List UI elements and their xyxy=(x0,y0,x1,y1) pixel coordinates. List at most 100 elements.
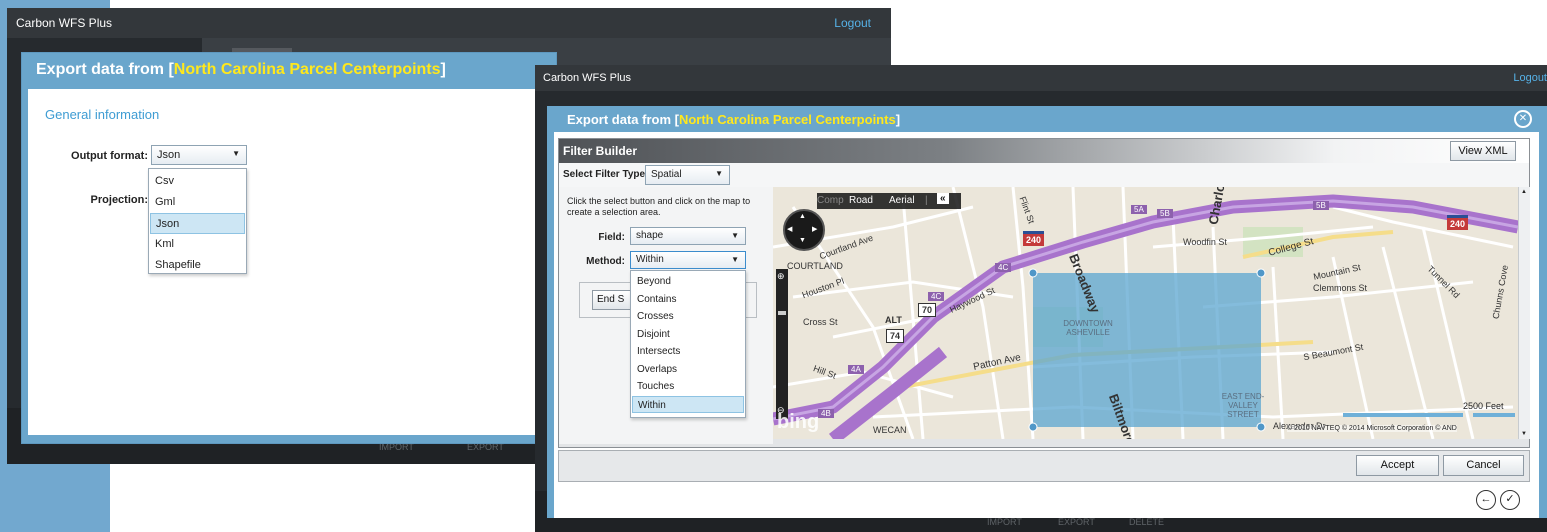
method-option-intersects[interactable]: Intersects xyxy=(632,343,744,361)
filter-type-select[interactable]: Spatial ▼ xyxy=(645,165,730,185)
pan-left-icon[interactable]: ◀ xyxy=(787,225,792,233)
exit-5a-badge: 5A xyxy=(1131,205,1147,214)
dialog-header: Export data from [North Carolina Parcel … xyxy=(547,106,1547,132)
filter-builder-panel: Filter Builder View XML Select Filter Ty… xyxy=(558,138,1530,448)
filter-options-panel: Click the select button and click on the… xyxy=(559,187,773,444)
selection-handle xyxy=(1028,268,1038,278)
filter-builder-header: Filter Builder View XML xyxy=(559,139,1529,163)
format-option-kml[interactable]: Kml xyxy=(150,234,245,255)
exit-4c-badge: 4C xyxy=(995,263,1012,272)
logout-link[interactable]: Logout xyxy=(834,16,871,30)
chevron-down-icon: ▼ xyxy=(232,149,240,158)
dialog-title: Export data from [North Carolina Parcel … xyxy=(567,112,901,127)
pan-right-icon[interactable]: ▶ xyxy=(812,225,817,233)
method-option-overlaps[interactable]: Overlaps xyxy=(632,361,744,379)
map-mode-road[interactable]: Road xyxy=(849,195,873,206)
filter-type-label: Select Filter Type: xyxy=(563,169,649,180)
exit-5b-badge: 5B xyxy=(1313,201,1329,210)
dialog-header: Export data from [North Carolina Parcel … xyxy=(22,53,556,89)
map-view[interactable]: Broadway Charlotte St Woodfin St College… xyxy=(773,187,1518,439)
front-title-bar: Carbon WFS Plus Logout xyxy=(535,65,1547,91)
format-option-gml[interactable]: Gml xyxy=(150,192,245,213)
export-dialog-back: Export data from [North Carolina Parcel … xyxy=(21,52,557,444)
map-pan-control[interactable]: ▲ ▼ ◀ ▶ xyxy=(783,209,825,251)
bing-logo: bing xyxy=(777,411,820,433)
cancel-button[interactable]: Cancel xyxy=(1443,455,1524,476)
method-label: Method: xyxy=(586,256,625,267)
map-label-wecan: WECAN xyxy=(873,425,907,435)
scroll-down-icon[interactable]: ▼ xyxy=(1521,431,1527,437)
projection-label: Projection: xyxy=(90,194,148,206)
layer-name: North Carolina Parcel Centerpoints xyxy=(173,61,441,78)
map-scrollbar[interactable]: ▲ ▼ xyxy=(1518,187,1530,439)
import-label[interactable]: IMPORT xyxy=(987,517,1022,527)
view-xml-button[interactable]: View XML xyxy=(1450,141,1516,161)
map-label-east-end: EAST END-VALLEY STREET xyxy=(1221,392,1265,419)
dialog-title: Export data from [North Carolina Parcel … xyxy=(36,61,446,78)
field-label: Field: xyxy=(598,232,625,243)
format-option-csv[interactable]: Csv xyxy=(150,171,245,192)
format-option-shapefile[interactable]: Shapefile xyxy=(150,255,245,276)
method-option-crosses[interactable]: Crosses xyxy=(632,308,744,326)
back-arrow-icon[interactable]: ← xyxy=(1476,490,1496,510)
map-roads xyxy=(773,187,1518,439)
logout-link[interactable]: Logout xyxy=(1513,72,1547,84)
interstate-240-shield: 240 xyxy=(1447,215,1469,230)
zoom-in-icon[interactable]: ⊕ xyxy=(777,271,785,282)
field-select[interactable]: shape ▼ xyxy=(630,227,746,245)
zoom-slider[interactable]: ⊕ ⊖ xyxy=(776,269,788,419)
end-select-button[interactable]: End S xyxy=(592,290,632,310)
method-option-beyond[interactable]: Beyond xyxy=(632,273,744,291)
scroll-up-icon[interactable]: ▲ xyxy=(1521,189,1527,195)
filter-type-bar: Select Filter Type: Spatial ▼ xyxy=(559,163,1529,188)
map-scale-label: 2500 Feet xyxy=(1463,401,1504,411)
map-mode-aerial[interactable]: Aerial xyxy=(889,195,915,206)
dialog-body: General information Output format: Json … xyxy=(28,89,550,435)
collapse-nav-icon[interactable]: « xyxy=(937,193,949,204)
method-option-touches[interactable]: Touches xyxy=(632,378,744,396)
method-option-disjoint[interactable]: Disjoint xyxy=(632,326,744,344)
map-label-cross: Cross St xyxy=(803,317,838,327)
zoom-slider-thumb[interactable] xyxy=(778,311,786,315)
chevron-down-icon: ▼ xyxy=(731,255,739,264)
dialog-body: Filter Builder View XML Select Filter Ty… xyxy=(554,132,1539,518)
route-70-shield: 70 xyxy=(918,303,937,317)
pan-up-icon[interactable]: ▲ xyxy=(799,213,806,220)
app-title: Carbon WFS Plus xyxy=(543,72,632,84)
map-mode-bar: Comp Road Aerial | « xyxy=(817,193,961,209)
delete-label[interactable]: DELETE xyxy=(1129,517,1164,527)
map-label-woodfin: Woodfin St xyxy=(1183,237,1227,247)
method-option-within[interactable]: Within xyxy=(632,395,744,413)
format-option-json[interactable]: Json xyxy=(150,213,245,234)
layer-name: North Carolina Parcel Centerpoints xyxy=(678,112,896,127)
export-label[interactable]: EXPORT xyxy=(1058,517,1095,527)
output-format-label: Output format: xyxy=(71,150,148,162)
method-option-contains[interactable]: Contains xyxy=(632,291,744,309)
map-mode-compass[interactable]: Comp xyxy=(817,195,844,206)
back-title-bar: Carbon WFS Plus Logout xyxy=(7,8,891,38)
map-label-downtown: DOWNTOWN ASHEVILLE xyxy=(1063,319,1113,337)
accept-button[interactable]: Accept xyxy=(1356,455,1439,476)
map-label-clemmons: Clemmons St xyxy=(1313,283,1368,293)
pan-down-icon[interactable]: ▼ xyxy=(799,237,806,244)
confirm-check-icon[interactable]: ✓ xyxy=(1500,490,1520,510)
route-74-shield: 74 xyxy=(886,329,905,343)
map-copyright: © 2010 NAVTEQ © 2014 Microsoft Corporati… xyxy=(1287,425,1457,432)
exit-4c-badge: 4C xyxy=(928,292,945,301)
method-dropdown-list: Beyond Contains Crosses Disjoint Interse… xyxy=(630,270,746,418)
selection-handle xyxy=(1028,422,1038,432)
instructions-text: Click the select button and click on the… xyxy=(567,196,751,217)
dialog-action-bar: Accept Cancel xyxy=(558,450,1530,482)
output-format-select[interactable]: Json ▼ xyxy=(151,145,247,165)
method-select[interactable]: Within ▼ xyxy=(630,251,746,269)
interstate-240-shield: 240 xyxy=(1023,231,1045,246)
filter-builder-title: Filter Builder xyxy=(563,144,638,158)
chevron-down-icon: ▼ xyxy=(715,169,723,178)
map-mode-divider: | xyxy=(925,195,928,206)
export-dialog-front: Export data from [North Carolina Parcel … xyxy=(547,106,1547,518)
route-alt-label: ALT xyxy=(885,315,902,325)
app-title: Carbon WFS Plus xyxy=(16,16,113,30)
selection-handle xyxy=(1256,268,1266,278)
close-icon[interactable]: ✕ xyxy=(1514,110,1532,128)
exit-4a-badge: 4A xyxy=(848,365,864,374)
